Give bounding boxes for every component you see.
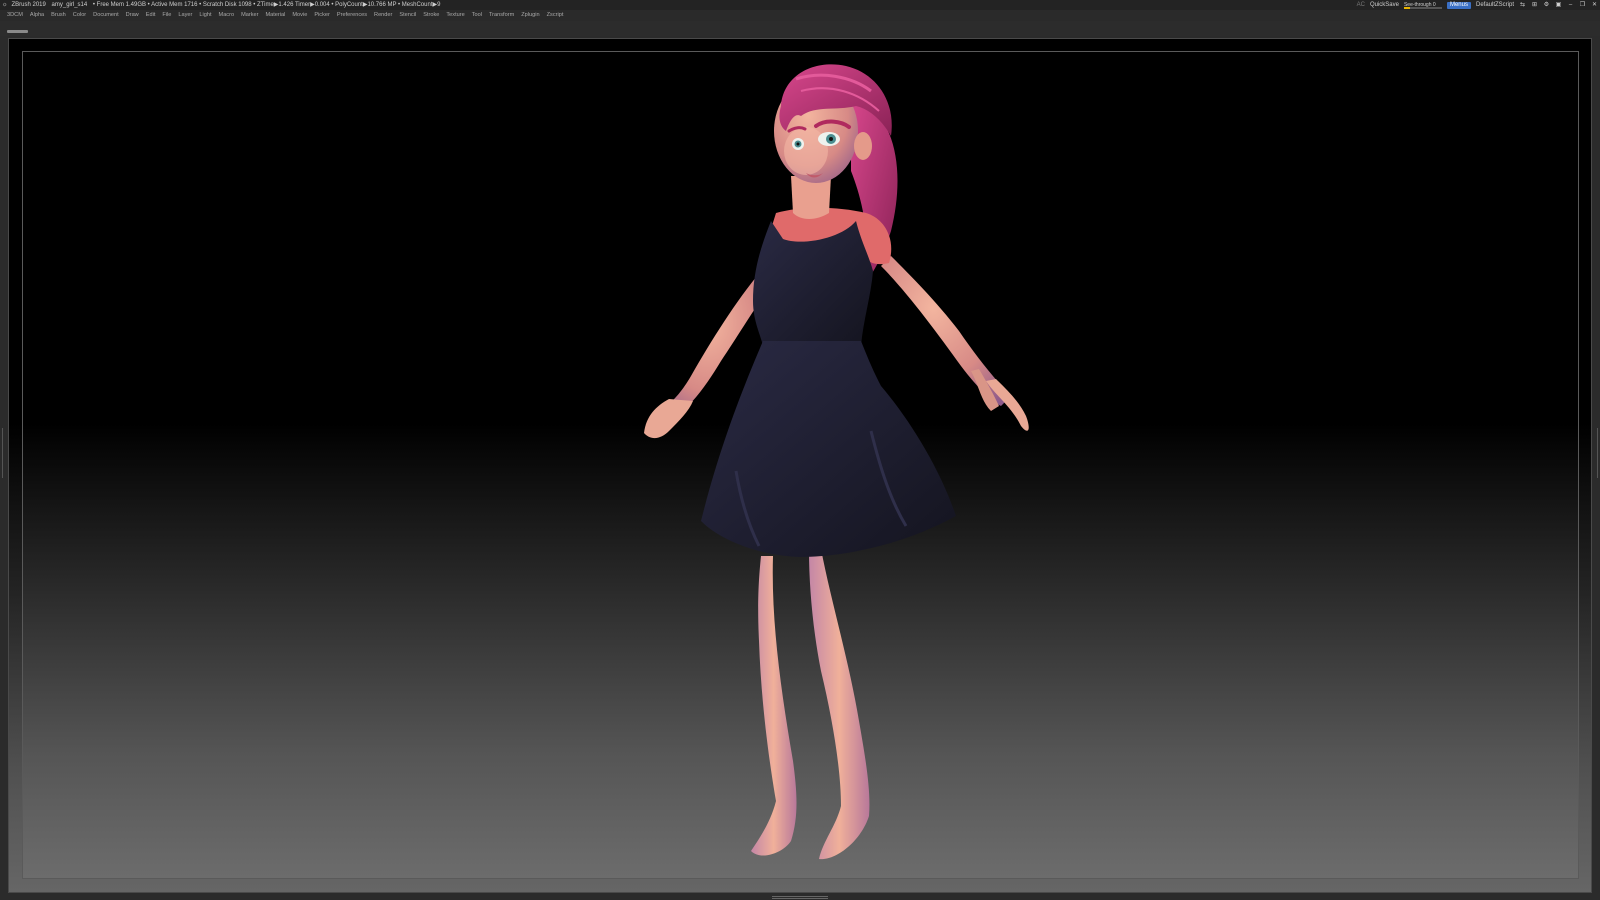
seethrough-slider[interactable]: See-through 0 [1403,2,1442,9]
menu-item-texture[interactable]: Texture [446,10,464,21]
right-leg [809,549,870,860]
menu-item-alpha[interactable]: Alpha [30,10,44,21]
menu-item-stencil[interactable]: Stencil [399,10,416,21]
restore-icon[interactable]: ❐ [1579,2,1586,9]
menu-item-zscript[interactable]: Zscript [547,10,564,21]
menu-item-layer[interactable]: Layer [178,10,192,21]
menu-item-material[interactable]: Material [265,10,285,21]
left-leg [751,556,797,856]
menu-item-movie[interactable]: Movie [292,10,307,21]
ac-button[interactable]: AC [1357,0,1365,10]
seethrough-fill [1403,6,1410,9]
menu-item-color[interactable]: Color [73,10,86,21]
settings-icon[interactable]: ⚙ [1543,2,1550,9]
menu-item-transform[interactable]: Transform [489,10,514,21]
dress-skirt [701,341,956,557]
menu-item-edit[interactable]: Edit [146,10,156,21]
bottom-tray-handle[interactable] [772,895,828,899]
quicksave-button[interactable]: QuickSave [1370,0,1399,10]
app-title: ZBrush 2019 [11,2,46,8]
menu-item-render[interactable]: Render [374,10,392,21]
viewport-canvas[interactable] [22,51,1579,879]
menu-item-macro[interactable]: Macro [219,10,235,21]
right-tray-handle[interactable] [1596,428,1599,478]
file-name: amy_girl_s14 [51,2,88,8]
shelf-drag-handle[interactable] [7,30,28,33]
default-zscript-button[interactable]: DefaultZScript [1476,0,1514,10]
layout-icon[interactable]: ⊞ [1531,2,1538,9]
menu-item-file[interactable]: File [162,10,171,21]
layout-icon[interactable]: ⇆ [1519,2,1526,9]
menu-item-brush[interactable]: Brush [51,10,66,21]
zbrush-logo-icon: ☼ [2,2,8,8]
title-bar: ☼ ZBrush 2019 amy_girl_s14 • Free Mem 1.4… [0,0,1600,10]
lock-icon[interactable]: ▣ [1555,2,1562,9]
menu-item-picker[interactable]: Picker [314,10,330,21]
menu-item-draw[interactable]: Draw [126,10,139,21]
menus-button[interactable]: Menus [1446,1,1471,9]
menu-item-tool[interactable]: Tool [472,10,482,21]
character-model [644,64,1029,860]
top-shelf [0,21,1600,36]
close-icon[interactable]: ✕ [1591,2,1598,9]
menu-item-light[interactable]: Light [199,10,211,21]
menu-item-document[interactable]: Document [93,10,119,21]
menu-item-3dcm[interactable]: 3DCM [7,10,23,21]
menu-item-zplugin[interactable]: Zplugin [521,10,539,21]
left-hand [644,399,693,439]
ear [854,132,872,160]
left-tray-handle[interactable] [1,428,4,478]
menu-item-preferences[interactable]: Preferences [337,10,367,21]
menu-bar: 3DCM Alpha Brush Color Document Draw Edit File L… [0,10,1600,21]
menu-item-stroke[interactable]: Stroke [423,10,439,21]
memory-stats: • Free Mem 1.49GB • Active Mem 1716 • Sc… [92,2,441,8]
menu-item-marker[interactable]: Marker [241,10,258,21]
minimize-icon[interactable]: – [1567,2,1574,9]
